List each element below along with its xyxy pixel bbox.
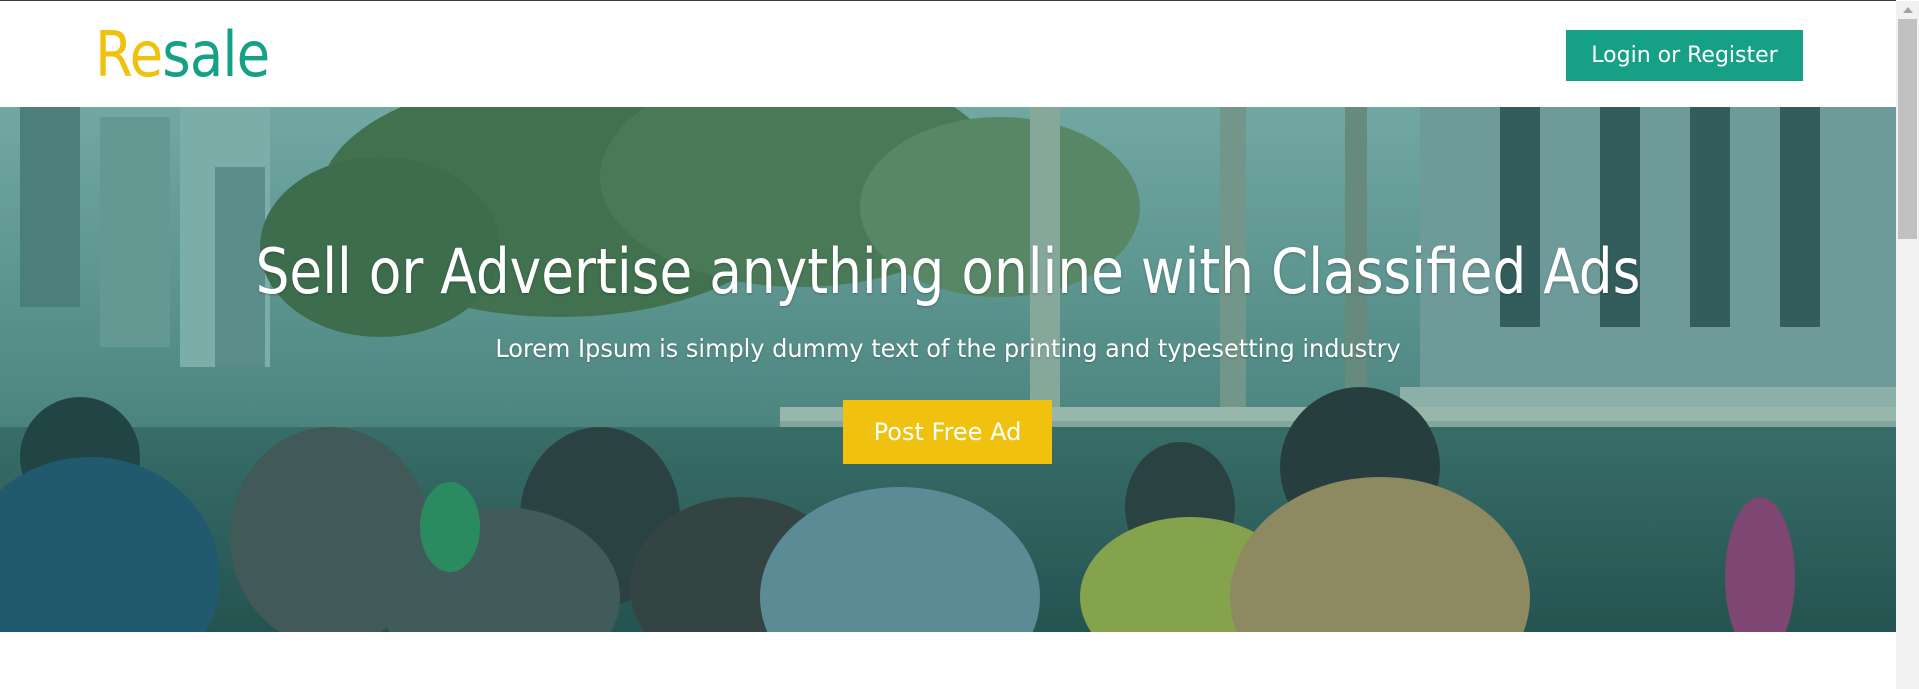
- post-free-ad-button[interactable]: Post Free Ad: [843, 400, 1052, 464]
- page-scrollbar[interactable]: [1896, 1, 1919, 689]
- hero-tint-overlay: [0, 107, 1896, 632]
- hero-subtitle: Lorem Ipsum is simply dummy text of the …: [495, 334, 1401, 363]
- site-header: Resale Login or Register: [0, 1, 1896, 107]
- scroll-up-arrow-icon[interactable]: [1896, 1, 1919, 18]
- login-register-button[interactable]: Login or Register: [1566, 30, 1803, 81]
- logo-part-re: Re: [95, 18, 163, 91]
- scrollbar-thumb[interactable]: [1898, 19, 1917, 239]
- logo-part-sale: sale: [162, 18, 270, 91]
- page: Resale Login or Register Sell or Adverti…: [0, 0, 1919, 689]
- hero-title: Sell or Advertise anything online with C…: [255, 235, 1641, 308]
- hero-banner: [0, 107, 1896, 632]
- site-logo[interactable]: Resale: [95, 15, 270, 95]
